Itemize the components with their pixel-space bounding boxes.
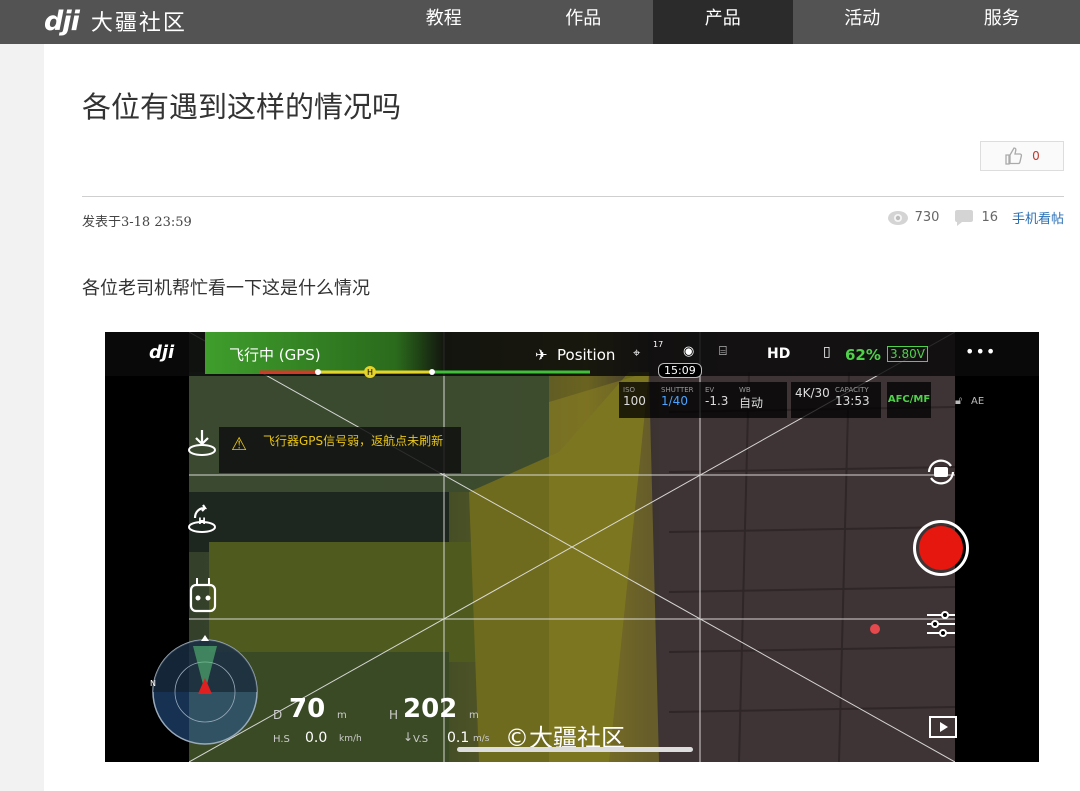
hs-value: 0.0 [305,730,328,746]
camera-switch-icon[interactable] [923,456,959,488]
post-image[interactable]: dji 飞行中 (GPS) H ✈ Position ⌖ 17 ◉ ⌸ HD ▯… [105,332,1039,762]
gps-warning: ⚠ 飞行器GPS信号弱，返航点未刷新 [219,427,461,473]
nav-works[interactable]: 作品 [514,0,654,44]
camera-settings-icon[interactable] [923,608,959,640]
home-indicator-bar [457,747,693,752]
shutter-label: SHUTTER [661,386,694,394]
flight-timer: 15:09 [658,363,702,378]
drone-app-logo: dji [149,342,175,363]
iso-label: ISO [623,386,636,394]
title-divider [82,196,1064,197]
wb-label: WB [739,386,751,394]
satellite-count: 17 [653,340,664,349]
top-nav-bar: dji 大疆社区 教程 作品 产品 活动 服务 [0,0,1080,44]
more-menu-button[interactable]: ••• [965,342,996,361]
iso-value: 100 [623,394,646,408]
signal-icon: ◉ [683,344,695,359]
record-button[interactable] [913,520,969,576]
vs-value: 0.1 [447,730,470,746]
nav-products[interactable]: 产品 [653,0,793,44]
distance-label: D [273,708,283,722]
remote-controller-icon[interactable] [189,576,217,614]
takeoff-land-icon[interactable] [185,428,219,458]
rth-bar: H [260,366,590,378]
wb-value: 自动 [739,396,764,410]
playback-icon[interactable] [929,716,957,738]
battery-percent: 62% [845,346,881,364]
post-body-text: 各位老司机帮忙看一下这是什么情况 [82,278,370,299]
warning-icon: ⚠ [231,434,248,455]
post-stats: 730 16 手机看帖 [887,208,1064,227]
return-home-icon[interactable]: H [185,502,219,534]
ev-value: -1.3 [705,394,729,408]
warning-text: 飞行器GPS信号弱，返航点未刷新 [263,434,444,448]
height-value: 202 [403,694,458,724]
vs-arrow-icon: ↓ [403,730,414,744]
hs-label: H.S [273,734,290,745]
battery-voltage: 3.80V [887,346,928,362]
record-dot [919,526,963,570]
recording-params[interactable]: 4K/30 CAPACITY 13:53 [791,382,881,418]
dji-logo[interactable]: dji 大疆社区 [44,5,187,37]
nav-events[interactable]: 活动 [793,0,933,44]
comment-icon [955,209,974,226]
svg-text:H: H [367,368,373,377]
satellite-icon: ⌖ [633,346,641,361]
video-quality: HD [767,346,791,362]
like-count: 0 [1032,149,1040,163]
thumbs-up-icon [1005,147,1023,165]
view-count: 730 [914,210,940,225]
north-label: N [150,679,156,688]
distance-value: 70 [289,694,326,724]
battery-icon: ▯ [823,344,831,360]
nav-service[interactable]: 服务 [932,0,1072,44]
mobile-view-link[interactable]: 手机看帖 [1012,208,1064,227]
shutter-value: 1/40 [661,394,688,408]
logo-text: 大疆社区 [90,11,187,36]
lock-icon: 🔓︎ [955,394,963,407]
reply-count: 16 [981,210,998,225]
post-title: 各位有遇到这样的情况吗 [82,90,402,124]
height-label: H [389,708,399,722]
resolution-value: 4K/30 [795,386,830,400]
capacity-value: 13:53 [835,394,870,408]
compass-radar: N [150,635,258,745]
hs-unit: km/h [339,734,362,744]
post-date: 发表于3-18 23:59 [82,215,192,230]
remote-signal-icon: ⌸ [719,344,727,359]
like-button[interactable]: 0 [980,141,1064,171]
distance-unit: m [337,710,347,721]
flight-status-text[interactable]: 飞行中 (GPS) [229,344,321,365]
drone-icon: ✈ [535,346,548,364]
height-unit: m [469,710,479,721]
vs-unit: m/s [473,734,490,744]
capacity-label: CAPACITY [835,386,869,394]
ev-label: EV [705,386,715,394]
vs-label: V.S [413,734,429,745]
ae-lock[interactable]: AE [971,396,984,407]
logo-mark: dji [44,5,80,37]
focus-mode-button[interactable]: AFC/MF [887,382,931,418]
post-card: 各位有遇到这样的情况吗 0 发表于3-18 23:59 730 16 手机看帖 … [44,44,1080,791]
gimbal-indicator [870,624,880,634]
eye-icon [887,210,908,225]
nav-tutorials[interactable]: 教程 [374,0,514,44]
flight-mode[interactable]: Position [557,346,615,364]
camera-params[interactable]: ISO 100 SHUTTER 1/40 EV -1.3 WB 自动 [619,382,787,418]
main-nav: 教程 作品 产品 活动 服务 [374,0,1072,44]
